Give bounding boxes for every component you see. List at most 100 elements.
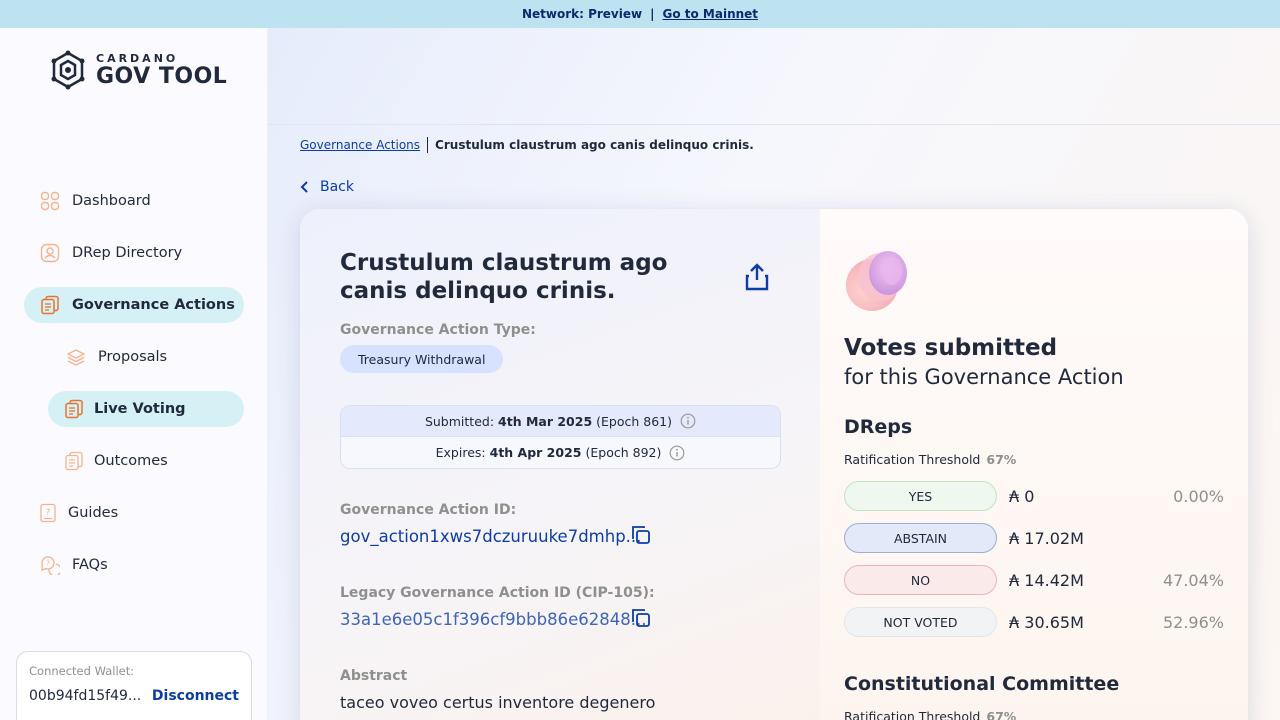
vote-amount-abstain: ₳ 17.02M xyxy=(1009,528,1084,548)
votes-illustration-icon xyxy=(846,251,907,311)
vote-amount-not-voted: ₳ 30.65M xyxy=(1009,612,1084,632)
cc-threshold-value: 67% xyxy=(986,709,1017,720)
votes-subtitle: for this Governance Action xyxy=(844,365,1124,389)
nav-label: Outcomes xyxy=(94,453,168,469)
nav-label: DRep Directory xyxy=(72,245,183,261)
wallet-label: Connected Wallet: xyxy=(29,664,135,678)
vote-amount-yes: ₳ 0 xyxy=(1009,486,1035,506)
copy-icon[interactable] xyxy=(631,525,651,545)
abstract-text: taceo voveo certus inventore degenero xyxy=(340,693,656,712)
action-id-value[interactable]: gov_action1xws7dczuruuke7dmhp... xyxy=(340,527,641,546)
info-icon[interactable] xyxy=(669,445,685,461)
network-label: Network: Preview xyxy=(521,7,643,21)
nav-outcomes[interactable]: Outcomes xyxy=(64,443,234,479)
nav-label: FAQs xyxy=(72,557,108,573)
vote-row-not-voted: NOT VOTED ₳ 30.65M 52.96% xyxy=(844,607,1224,637)
action-id-label: Governance Action ID: xyxy=(340,502,517,518)
faqs-icon: ? xyxy=(41,556,60,575)
vote-label-abstain: ABSTAIN xyxy=(844,523,997,553)
votes-title: Votes submitted xyxy=(844,335,1058,361)
legacy-id-value[interactable]: 33a1e6e05c1f396cf9bbb86e62848... xyxy=(340,610,646,629)
info-icon[interactable] xyxy=(680,413,696,429)
nav-label: Proposals xyxy=(98,349,168,365)
back-button[interactable]: Back xyxy=(300,179,354,195)
breadcrumb-governance-actions-link[interactable]: Governance Actions xyxy=(300,138,420,152)
logo-subtitle: CARDANO xyxy=(96,51,179,65)
sidebar: CARDANO GOV TOOL Dashboard DRep Director… xyxy=(0,28,268,720)
dashboard-icon xyxy=(40,191,60,211)
back-label: Back xyxy=(320,179,354,195)
nav-label: Dashboard xyxy=(72,193,151,209)
guides-icon: ? xyxy=(40,503,56,523)
nav-drep-directory[interactable]: DRep Directory xyxy=(40,235,240,271)
breadcrumb-current: Crustulum claustrum ago canis delinquo c… xyxy=(435,138,754,152)
logo-title: GOV TOOL xyxy=(96,63,228,89)
connected-wallet-panel: Connected Wallet: 00b94fd15f49... Discon… xyxy=(16,651,252,720)
cardano-logo-icon xyxy=(51,50,85,90)
svg-text:?: ? xyxy=(46,508,51,518)
governance-action-card: Crustulum claustrum ago canis delinquo c… xyxy=(300,209,1248,720)
drep-directory-icon xyxy=(40,243,60,263)
abstract-label: Abstract xyxy=(340,668,408,684)
nav-faqs[interactable]: ? FAQs xyxy=(40,547,240,583)
disconnect-button[interactable]: Disconnect xyxy=(152,688,239,704)
nav-dashboard[interactable]: Dashboard xyxy=(40,183,240,219)
vote-label-yes: YES xyxy=(844,481,997,511)
threshold-label: Ratification Threshold xyxy=(844,452,981,467)
vote-amount-no: ₳ 14.42M xyxy=(1009,570,1084,590)
expires-epoch: (Epoch 892) xyxy=(585,445,662,460)
legacy-id-label: Legacy Governance Action ID (CIP-105): xyxy=(340,585,655,601)
copy-icon[interactable] xyxy=(631,608,651,628)
chevron-left-icon xyxy=(300,181,308,193)
submitted-date: 4th Mar 2025 xyxy=(498,413,593,429)
logo[interactable]: CARDANO GOV TOOL xyxy=(48,50,227,90)
vote-percent-yes: 0.00% xyxy=(1173,486,1224,506)
dates-box: Submitted: 4th Mar 2025 (Epoch 861) Expi… xyxy=(340,405,781,469)
vote-row-no: NO ₳ 14.42M 47.04% xyxy=(844,565,1224,595)
main-header xyxy=(268,28,1280,125)
dreps-heading: DReps xyxy=(844,416,913,438)
svg-text:?: ? xyxy=(46,560,50,568)
vote-percent-not-voted: 52.96% xyxy=(1162,612,1224,632)
vote-percent-no: 47.04% xyxy=(1162,570,1224,590)
threshold-value: 67% xyxy=(986,452,1017,467)
governance-actions-icon xyxy=(41,295,59,315)
cc-heading: Constitutional Committee xyxy=(844,673,1120,695)
action-type-label: Governance Action Type: xyxy=(340,322,536,338)
outcomes-icon xyxy=(65,451,83,471)
network-separator: | xyxy=(650,7,655,21)
votes-panel: Votes submitted for this Governance Acti… xyxy=(820,209,1248,720)
main-content: Governance Actions Crustulum claustrum a… xyxy=(268,28,1280,720)
cc-threshold-label: Ratification Threshold xyxy=(844,709,981,720)
nav-label: Live Voting xyxy=(94,401,186,417)
cc-threshold: Ratification Threshold 67% xyxy=(844,709,1016,720)
action-title: Crustulum claustrum ago canis delinquo c… xyxy=(340,250,668,304)
network-banner: Network: Preview | Go to Mainnet xyxy=(0,0,1280,28)
nav-live-voting[interactable]: Live Voting xyxy=(48,391,244,427)
wallet-address: 00b94fd15f49... xyxy=(29,688,142,704)
vote-row-abstain: ABSTAIN ₳ 17.02M xyxy=(844,523,1224,553)
action-details-panel: Crustulum claustrum ago canis delinquo c… xyxy=(300,209,820,720)
vote-label-no: NO xyxy=(844,565,997,595)
nav-governance-actions[interactable]: Governance Actions xyxy=(24,287,244,323)
go-to-mainnet-link[interactable]: Go to Mainnet xyxy=(662,7,758,21)
action-type-badge: Treasury Withdrawal xyxy=(340,345,504,373)
share-icon[interactable] xyxy=(744,263,770,291)
vote-row-yes: YES ₳ 0 0.00% xyxy=(844,481,1224,511)
submitted-epoch: (Epoch 861) xyxy=(596,413,673,429)
expires-label: Expires: xyxy=(435,445,486,460)
submitted-label: Submitted: xyxy=(424,413,495,429)
nav-proposals[interactable]: Proposals xyxy=(66,339,236,375)
nav-guides[interactable]: ? Guides xyxy=(38,495,238,531)
dreps-threshold: Ratification Threshold 67% xyxy=(844,452,1016,467)
proposals-icon xyxy=(66,349,86,366)
expires-date: 4th Apr 2025 xyxy=(489,445,582,460)
breadcrumb-divider xyxy=(427,137,429,153)
nav-label: Governance Actions xyxy=(72,297,235,313)
live-voting-icon xyxy=(65,399,83,419)
submitted-row: Submitted: 4th Mar 2025 (Epoch 861) xyxy=(341,406,780,437)
expires-row: Expires: 4th Apr 2025 (Epoch 892) xyxy=(341,437,780,468)
breadcrumb: Governance Actions Crustulum claustrum a… xyxy=(300,137,754,153)
vote-label-not-voted: NOT VOTED xyxy=(844,607,997,637)
nav-label: Guides xyxy=(68,505,119,521)
